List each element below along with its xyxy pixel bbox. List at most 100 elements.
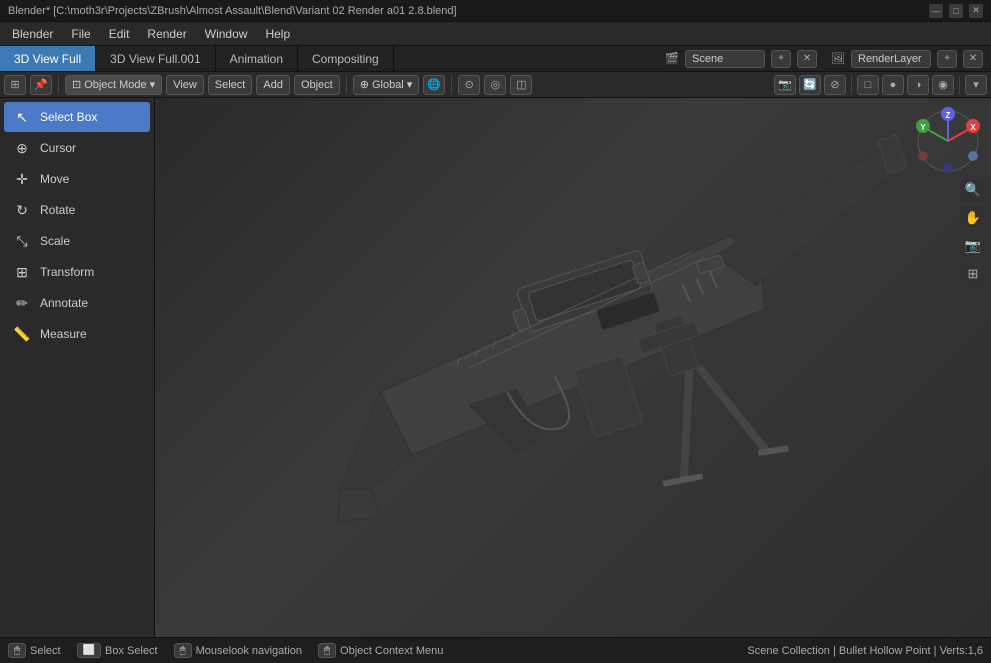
tool-scale[interactable]: ⤡ Scale — [4, 226, 150, 256]
scene-add-icon[interactable]: + — [771, 50, 791, 68]
status-context-menu: 🖱 Object Context Menu — [318, 643, 443, 658]
tool-rotate-label: Rotate — [40, 203, 75, 217]
tab-compositing[interactable]: Compositing — [298, 46, 394, 71]
transform-pivot[interactable]: ⊕ Global ▾ — [353, 75, 420, 95]
menu-bar: Blender File Edit Render Window Help — [0, 22, 991, 46]
tool-rotate[interactable]: ↻ Rotate — [4, 195, 150, 225]
tab-animation[interactable]: Animation — [216, 46, 298, 71]
overlay-icon[interactable]: ⊘ — [824, 75, 846, 95]
mode-label: Object Mode — [84, 79, 146, 91]
zoom-icon[interactable]: 🔍 — [961, 178, 985, 202]
tool-measure-label: Measure — [40, 327, 87, 341]
tool-cursor[interactable]: ⊕ Cursor — [4, 133, 150, 163]
menu-help[interactable]: Help — [257, 25, 298, 43]
title-bar: Blender* [C:\moth3r\Projects\ZBrush\Almo… — [0, 0, 991, 22]
renderlayer-close-icon[interactable]: ✕ — [963, 50, 983, 68]
mode-dropdown[interactable]: ⊡ Object Mode ▾ — [65, 75, 162, 95]
menu-file[interactable]: File — [63, 25, 98, 43]
main-area: ↖ Select Box ⊕ Cursor ✛ Move ↻ Rotate ⤡ … — [0, 98, 991, 637]
add-menu[interactable]: Add — [256, 75, 290, 95]
separator-1 — [58, 76, 59, 94]
separator-5 — [959, 76, 960, 94]
tool-annotate-label: Annotate — [40, 296, 88, 310]
minimize-button[interactable]: — — [929, 4, 943, 18]
object-menu[interactable]: Object — [294, 75, 340, 95]
transform-orientation-icon[interactable]: 🌐 — [423, 75, 445, 95]
menu-window[interactable]: Window — [197, 25, 256, 43]
select-key-icon: 🖱 — [8, 643, 26, 658]
left-toolbar: ↖ Select Box ⊕ Cursor ✛ Move ↻ Rotate ⤡ … — [0, 98, 155, 637]
view-camera-icon[interactable]: 📷 — [774, 75, 796, 95]
menu-render[interactable]: Render — [139, 25, 194, 43]
cursor-icon: ⊕ — [12, 138, 32, 158]
window-controls: — □ ✕ — [929, 4, 983, 18]
status-right-info: Scene Collection | Bullet Hollow Point |… — [747, 645, 983, 657]
editor-type-icon[interactable]: ⊞ — [4, 75, 26, 95]
measure-icon: 📏 — [12, 324, 32, 344]
tool-transform-label: Transform — [40, 265, 94, 279]
pan-icon[interactable]: ✋ — [961, 206, 985, 230]
mode-icon: ⊡ — [72, 78, 81, 91]
tool-select-box-label: Select Box — [40, 110, 97, 124]
select-menu[interactable]: Select — [208, 75, 253, 95]
3d-viewport[interactable]: Z X Y 🔍 ✋ 📷 ⊞ — [155, 98, 991, 637]
navigation-gizmo[interactable]: Z X Y — [913, 106, 983, 176]
status-bar: 🖱 Select ⬜ Box Select 🖱 Mouselook naviga… — [0, 637, 991, 663]
transform-icon: ⊞ — [12, 262, 32, 282]
scene-area: 🎬 + ✕ 🖼 + ✕ — [657, 46, 991, 71]
renderlayer-input[interactable] — [851, 50, 931, 68]
menu-blender[interactable]: Blender — [4, 25, 61, 43]
tool-move[interactable]: ✛ Move — [4, 164, 150, 194]
status-select: 🖱 Select — [8, 643, 61, 658]
annotate-icon: ✏ — [12, 293, 32, 313]
maximize-button[interactable]: □ — [949, 4, 963, 18]
mouselook-label: Mouselook navigation — [196, 645, 302, 657]
tab-3dview-full[interactable]: 3D View Full — [0, 46, 96, 71]
snap-icon[interactable]: ⊙ — [458, 75, 480, 95]
chevron-pivot-icon: ▾ — [407, 78, 413, 91]
gizmo-x-label: X — [970, 123, 976, 132]
tool-move-label: Move — [40, 172, 69, 186]
tab-3dview-full-001[interactable]: 3D View Full.001 — [96, 46, 216, 71]
tool-annotate[interactable]: ✏ Annotate — [4, 288, 150, 318]
grid-icon[interactable]: ⊞ — [961, 262, 985, 286]
tool-select-box[interactable]: ↖ Select Box — [4, 102, 150, 132]
viewport-header: ⊞ 📌 ⊡ Object Mode ▾ View Select Add Obje… — [0, 72, 991, 98]
tool-cursor-label: Cursor — [40, 141, 76, 155]
tool-measure[interactable]: 📏 Measure — [4, 319, 150, 349]
mirror-icon[interactable]: ◫ — [510, 75, 532, 95]
separator-4 — [851, 76, 852, 94]
pin-icon[interactable]: 📌 — [30, 75, 52, 95]
separator-2 — [346, 76, 347, 94]
select-box-icon: ↖ — [12, 107, 32, 127]
scene-input[interactable] — [685, 50, 765, 68]
chevron-down-icon: ▾ — [150, 78, 156, 91]
box-select-key-icon: ⬜ — [77, 643, 101, 658]
wireframe-icon[interactable]: □ — [857, 75, 879, 95]
status-mouselook: 🖱 Mouselook navigation — [174, 643, 302, 658]
pivot-icon: ⊕ — [360, 78, 369, 91]
material-icon[interactable]: ◑ — [907, 75, 929, 95]
tool-transform[interactable]: ⊞ Transform — [4, 257, 150, 287]
move-icon: ✛ — [12, 169, 32, 189]
close-button[interactable]: ✕ — [969, 4, 983, 18]
renderlayer-add-icon[interactable]: + — [937, 50, 957, 68]
workspace-tabs: 3D View Full 3D View Full.001 Animation … — [0, 46, 991, 72]
gizmo-y-label: Y — [920, 123, 926, 132]
proportional-edit-icon[interactable]: ◎ — [484, 75, 506, 95]
menu-edit[interactable]: Edit — [101, 25, 138, 43]
view-menu[interactable]: View — [166, 75, 204, 95]
solid-icon[interactable]: ● — [882, 75, 904, 95]
tool-scale-label: Scale — [40, 234, 70, 248]
rendered-icon[interactable]: ◉ — [932, 75, 954, 95]
pivot-label: Global — [372, 79, 404, 91]
window-title: Blender* [C:\moth3r\Projects\ZBrush\Almo… — [8, 5, 457, 17]
gizmo-z-label: Z — [946, 111, 951, 120]
camera-view-icon[interactable]: 📷 — [961, 234, 985, 258]
editor-settings-icon[interactable]: ▾ — [965, 75, 987, 95]
scene-close-icon[interactable]: ✕ — [797, 50, 817, 68]
rotate-icon: ↻ — [12, 200, 32, 220]
gizmo-icon[interactable]: 🔄 — [799, 75, 821, 95]
context-menu-key-icon: 🖱 — [318, 643, 336, 658]
scale-icon: ⤡ — [12, 231, 32, 251]
